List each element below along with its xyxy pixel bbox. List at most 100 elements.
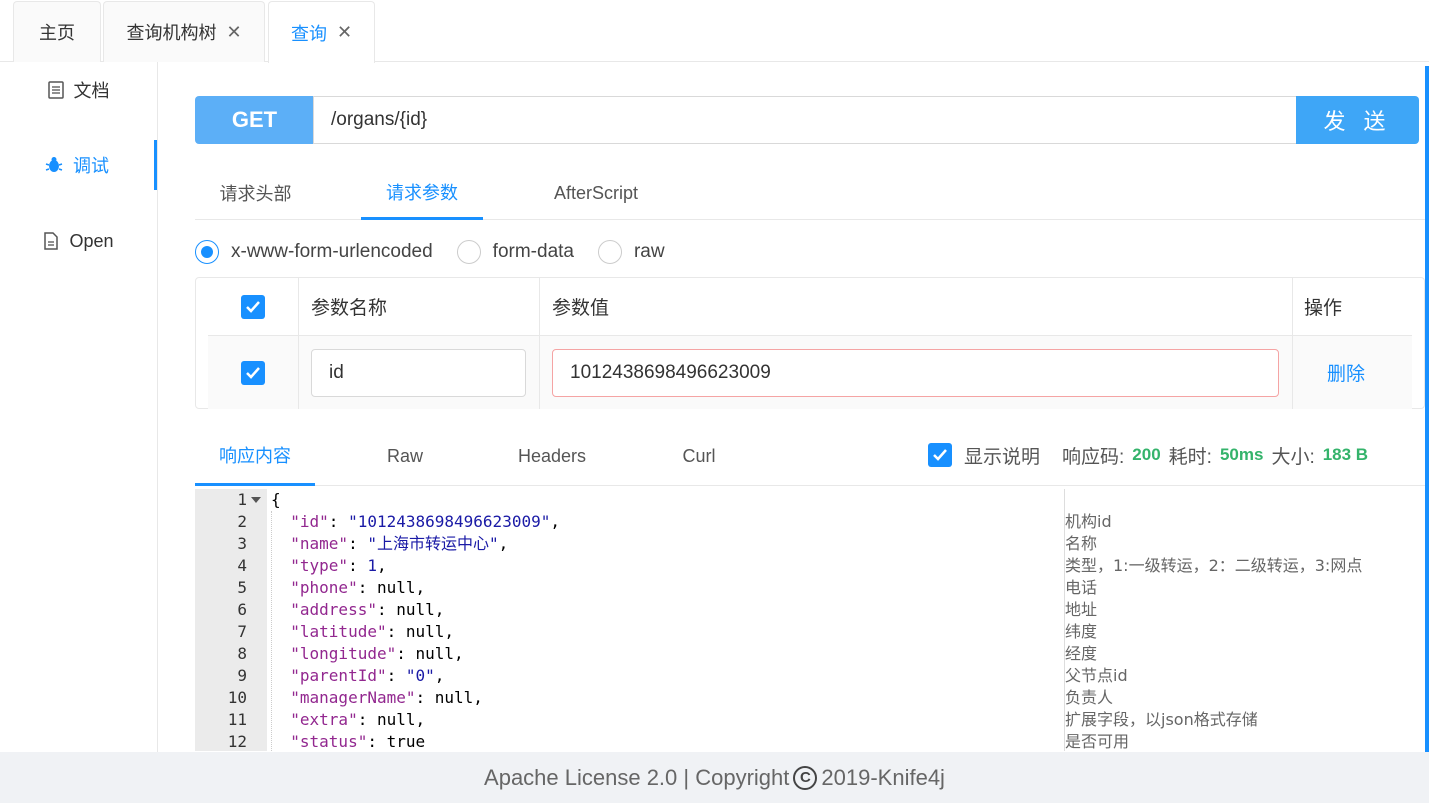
- show-desc-checkbox[interactable]: [928, 443, 952, 467]
- radio-raw[interactable]: raw: [597, 240, 665, 264]
- field-description: 扩展字段，以json格式存储: [1065, 710, 1258, 729]
- field-description: 类型，1:一级转运，2：二级转运，3:网点: [1065, 556, 1363, 575]
- delete-link[interactable]: 删除: [1327, 359, 1365, 386]
- tab-bar: 主页 查询机构树 ✕ 查询 ✕: [0, 0, 1429, 63]
- tab-response-headers[interactable]: Headers: [507, 427, 597, 486]
- code-line: "status": true: [290, 732, 426, 751]
- params-table: 参数名称 参数值 操作 id 1012438698496623009 删除: [195, 277, 1425, 409]
- line-number: 4: [237, 556, 247, 575]
- response-code-editor[interactable]: 1 {2 "id": "1012438698496623009", 机构id 3 "n…: [195, 489, 1425, 751]
- json-value: true: [386, 732, 426, 751]
- radio-form-data[interactable]: form-data: [456, 240, 574, 264]
- footer-brand: Knife4j: [877, 764, 945, 790]
- tab-label: 查询: [290, 23, 327, 44]
- http-method[interactable]: GET: [195, 96, 314, 144]
- menu-item-debug[interactable]: 调试: [0, 140, 157, 190]
- line-number: 6: [237, 600, 247, 619]
- check-icon: [933, 449, 947, 461]
- code-line: "id": "1012438698496623009",: [290, 512, 560, 531]
- row-checkbox[interactable]: [241, 336, 265, 409]
- tab-request-params[interactable]: 请求参数: [361, 166, 483, 220]
- footer-year: 2019-: [821, 764, 878, 790]
- field-description: 负责人: [1065, 688, 1114, 707]
- response-tabs: 响应内容 Raw Headers Curl 显示说明 响应码: 200 耗时: …: [195, 427, 1425, 486]
- tab-response-curl[interactable]: Curl: [665, 427, 733, 486]
- json-value: null: [405, 622, 445, 641]
- line-number: 12: [227, 732, 247, 751]
- send-button[interactable]: 发 送: [1296, 96, 1419, 144]
- radio-label: raw: [633, 241, 665, 262]
- line-number: 3: [237, 534, 247, 553]
- json-key: "longitude": [290, 644, 397, 663]
- check-icon: [246, 366, 260, 379]
- json-key: "extra": [290, 710, 358, 729]
- tab-request-headers[interactable]: 请求头部: [195, 166, 316, 220]
- code-line: "address": null,: [290, 600, 445, 619]
- tab-response-content[interactable]: 响应内容: [195, 427, 315, 486]
- field-description: 名称: [1065, 534, 1098, 553]
- check-icon: [246, 300, 260, 313]
- radio-dot[interactable]: [456, 240, 481, 264]
- json-punct: ,: [415, 710, 426, 729]
- radio-dot[interactable]: [195, 240, 219, 264]
- status-code-label: 响应码:: [1062, 446, 1125, 468]
- column-header-value: 参数值: [552, 298, 610, 319]
- param-name-input[interactable]: id: [311, 348, 526, 397]
- tab-afterscript[interactable]: AfterScript: [535, 166, 657, 220]
- size-value: 183 B: [1322, 445, 1369, 464]
- json-key: "name": [290, 534, 349, 553]
- code-line: "phone": null,: [290, 578, 426, 597]
- field-description: 机构id: [1065, 512, 1112, 531]
- line-number: 10: [227, 688, 247, 707]
- column-header-action: 操作: [1304, 298, 1343, 319]
- bug-icon: [45, 157, 63, 172]
- time-label: 耗时:: [1168, 446, 1212, 468]
- json-value: null: [376, 710, 416, 729]
- json-key: "id": [290, 512, 329, 531]
- fold-toggle-icon[interactable]: [251, 497, 261, 503]
- column-header-name: 参数名称: [311, 298, 388, 319]
- code-line: {: [271, 490, 281, 509]
- close-icon[interactable]: ✕: [337, 22, 352, 43]
- line-number: 5: [237, 578, 247, 597]
- radio-dot[interactable]: [597, 240, 622, 264]
- table-row: id 1012438698496623009 删除: [208, 336, 1412, 409]
- field-description: 父节点id: [1065, 666, 1128, 685]
- time-value: 50ms: [1219, 445, 1264, 464]
- json-punct: ,: [376, 556, 387, 575]
- file-icon: [44, 232, 59, 250]
- json-value: null: [434, 688, 474, 707]
- line-number: 11: [227, 710, 247, 729]
- radio-urlencoded[interactable]: x-www-form-urlencoded: [195, 240, 433, 264]
- tab-home[interactable]: 主页: [13, 1, 101, 62]
- code-line: "latitude": null,: [290, 622, 455, 641]
- field-description: 经度: [1065, 644, 1098, 663]
- copyright-icon: C: [793, 765, 818, 790]
- select-all-checkbox[interactable]: [241, 278, 265, 335]
- menu-item-open[interactable]: Open: [0, 216, 157, 266]
- size-label: 大小:: [1271, 446, 1315, 468]
- tab-query[interactable]: 查询 ✕: [268, 1, 375, 63]
- code-line: "extra": null,: [290, 710, 426, 729]
- document-icon: [47, 81, 64, 99]
- menu-item-label: 文档: [73, 81, 110, 101]
- line-number: 8: [237, 644, 247, 663]
- json-punct: ,: [473, 688, 483, 707]
- menu-item-doc[interactable]: 文档: [0, 65, 157, 115]
- tab-response-raw[interactable]: Raw: [365, 427, 445, 486]
- footer: Apache License 2.0 | Copyright C 2019- K…: [0, 752, 1429, 803]
- json-punct: ,: [454, 644, 464, 663]
- body-type-group: x-www-form-urlencoded form-data raw: [195, 238, 689, 266]
- response-info: 显示说明 响应码: 200 耗时: 50ms 大小: 183 B: [928, 427, 1376, 483]
- code-line: "name": "上海市转运中心",: [290, 534, 509, 553]
- line-number: 9: [237, 666, 247, 685]
- tab-organ-tree[interactable]: 查询机构树 ✕: [103, 1, 265, 62]
- json-key: "managerName": [290, 688, 416, 707]
- param-value-input[interactable]: 1012438698496623009: [552, 348, 1279, 397]
- json-key: "type": [290, 556, 349, 575]
- json-punct: ,: [434, 600, 445, 619]
- line-number: 2: [237, 512, 247, 531]
- scroll-indicator[interactable]: [1425, 66, 1429, 752]
- close-icon[interactable]: ✕: [226, 22, 241, 43]
- url-input[interactable]: /organs/{id}: [313, 96, 1297, 144]
